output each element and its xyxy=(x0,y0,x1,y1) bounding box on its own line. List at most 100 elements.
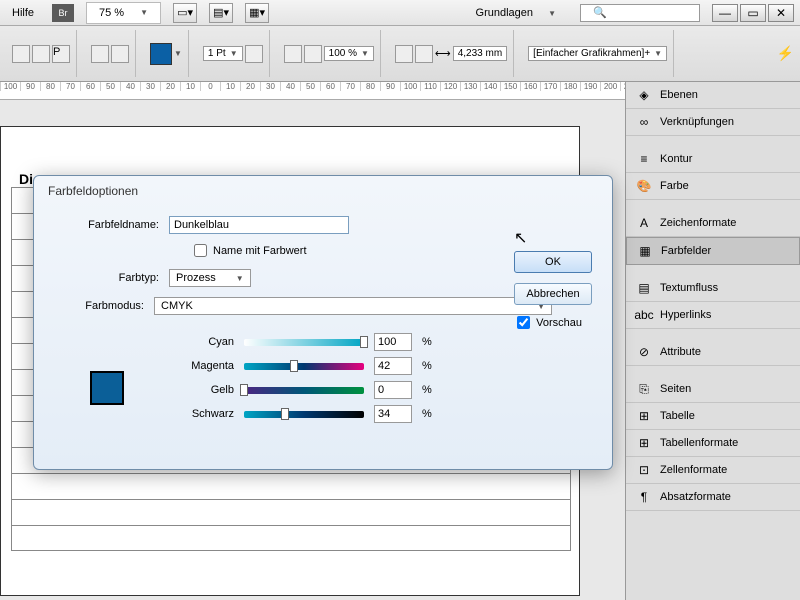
panel-item-attribute[interactable]: ⊘Attribute xyxy=(626,339,800,366)
view-options-button[interactable]: ▤▾ xyxy=(209,3,233,23)
maximize-button[interactable]: ▭ xyxy=(740,4,766,22)
search-input[interactable]: 🔍 xyxy=(580,4,700,22)
panel-item-label: Farbfelder xyxy=(661,245,711,257)
ruler-tick: 180 xyxy=(560,82,580,91)
wrap-icon[interactable] xyxy=(395,45,413,63)
zoom-value: 75 % xyxy=(93,5,130,21)
corner-icon[interactable] xyxy=(304,45,322,63)
panel-item-zeichenformate[interactable]: AZeichenformate xyxy=(626,210,800,237)
ruler-tick: 150 xyxy=(500,82,520,91)
shape-tool-icon[interactable] xyxy=(32,45,50,63)
chevron-down-icon: ▼ xyxy=(134,6,154,19)
pct-label: % xyxy=(422,336,432,348)
fill-swatch[interactable] xyxy=(150,43,172,65)
panel-item-label: Verknüpfungen xyxy=(660,116,734,128)
panel-item-farbfelder[interactable]: ▦Farbfelder xyxy=(626,237,800,265)
panel-item-textumfluss[interactable]: ▤Textumfluss xyxy=(626,275,800,302)
yellow-slider[interactable] xyxy=(244,387,364,394)
farbe-icon: 🎨 xyxy=(636,179,652,193)
panel-item-hyperlinks[interactable]: abcHyperlinks xyxy=(626,302,800,329)
magenta-input[interactable] xyxy=(374,357,412,375)
panel-item-farbe[interactable]: 🎨Farbe xyxy=(626,173,800,200)
hyperlinks-icon: abc xyxy=(636,308,652,322)
black-label: Schwarz xyxy=(174,408,234,420)
menu-help[interactable]: Hilfe xyxy=(6,5,40,21)
quick-apply-icon[interactable]: ⚡ xyxy=(777,45,794,62)
color-preview-swatch xyxy=(90,371,124,405)
screen-mode-button[interactable]: ▭▾ xyxy=(173,3,197,23)
panel-item-label: Ebenen xyxy=(660,89,698,101)
search-icon: 🔍 xyxy=(587,4,613,21)
selection-tool-icon[interactable] xyxy=(12,45,30,63)
ruler-tick: 140 xyxy=(480,82,500,91)
panel-item-verknüpfungen[interactable]: ∞Verknüpfungen xyxy=(626,109,800,136)
workspace-switcher[interactable]: Grundlagen ▼ xyxy=(464,5,568,21)
pct-label: % xyxy=(422,384,432,396)
color-type-label: Farbtyp: xyxy=(54,272,159,284)
panel-item-ebenen[interactable]: ◈Ebenen xyxy=(626,82,800,109)
stroke-style-icon[interactable] xyxy=(245,45,263,63)
opacity-combo[interactable]: 100 %▼ xyxy=(324,46,374,61)
ruler-tick: 120 xyxy=(440,82,460,91)
color-mode-select[interactable]: CMYK▼ xyxy=(154,297,552,315)
ruler-tick: 80 xyxy=(360,82,380,91)
kontur-icon: ≡ xyxy=(636,152,652,166)
text-tool-icon[interactable]: P xyxy=(52,45,70,63)
swatch-name-label: Farbfeldname: xyxy=(54,219,159,231)
ruler-tick: 10 xyxy=(220,82,240,91)
preview-checkbox[interactable] xyxy=(517,316,530,329)
name-with-value-label: Name mit Farbwert xyxy=(213,245,307,257)
bridge-button[interactable]: Br xyxy=(52,4,74,22)
seiten-icon: ⎘ xyxy=(636,382,652,396)
ruler-tick: 20 xyxy=(240,82,260,91)
ruler-tick: 70 xyxy=(340,82,360,91)
ruler-tick: 30 xyxy=(260,82,280,91)
name-with-value-checkbox[interactable] xyxy=(194,244,207,257)
ruler-tick: 70 xyxy=(60,82,80,91)
ok-button[interactable]: OK xyxy=(514,251,592,273)
ruler-tick: 0 xyxy=(200,82,220,91)
color-mode-label: Farbmodus: xyxy=(54,300,144,312)
minimize-button[interactable]: — xyxy=(712,4,738,22)
zoom-combo[interactable]: 75 % ▼ xyxy=(86,2,161,24)
table-row xyxy=(11,473,571,499)
panel-item-tabelle[interactable]: ⊞Tabelle xyxy=(626,403,800,430)
black-slider[interactable] xyxy=(244,411,364,418)
ruler-tick: 50 xyxy=(100,82,120,91)
black-input[interactable] xyxy=(374,405,412,423)
distribute-icon[interactable] xyxy=(111,45,129,63)
panel-item-seiten[interactable]: ⎘Seiten xyxy=(626,376,800,403)
stroke-weight-combo[interactable]: 1 Pt▼ xyxy=(203,46,243,61)
panel-item-absatzformate[interactable]: ¶Absatzformate xyxy=(626,484,800,511)
ruler-tick: 10 xyxy=(180,82,200,91)
fx-icon[interactable] xyxy=(284,45,302,63)
panel-item-zellenformate[interactable]: ⊡ Zellenformate xyxy=(626,457,800,484)
cyan-input[interactable] xyxy=(374,333,412,351)
wrap2-icon[interactable] xyxy=(415,45,433,63)
dialog-title: Farbfeldoptionen xyxy=(34,176,612,206)
table-row xyxy=(11,499,571,525)
panel-item-label: Kontur xyxy=(660,153,692,165)
value-combo[interactable]: 4,233 mm xyxy=(453,46,507,61)
color-type-select[interactable]: Prozess▼ xyxy=(169,269,251,287)
panel-item-tabellenformate[interactable]: ⊞Tabellenformate xyxy=(626,430,800,457)
tabelle-icon: ⊞ xyxy=(636,409,652,423)
yellow-input[interactable] xyxy=(374,381,412,399)
panel-item-label: Zellenformate xyxy=(660,464,727,476)
swatch-options-dialog: Farbfeldoptionen Farbfeldname: Name mit … xyxy=(33,175,613,470)
ruler-tick: 60 xyxy=(320,82,340,91)
magenta-slider[interactable] xyxy=(244,363,364,370)
cyan-slider[interactable] xyxy=(244,339,364,346)
panel-item-kontur[interactable]: ≡ Kontur xyxy=(626,146,800,173)
cancel-button[interactable]: Abbrechen xyxy=(514,283,592,305)
close-button[interactable]: ✕ xyxy=(768,4,794,22)
frame-preset-combo[interactable]: [Einfacher Grafikrahmen]+▼ xyxy=(528,46,667,61)
zellenformate-icon: ⊡ xyxy=(636,463,652,477)
arrange-button[interactable]: ▦▾ xyxy=(245,3,269,23)
ruler-tick: 100 xyxy=(400,82,420,91)
ruler-tick: 130 xyxy=(460,82,480,91)
panel-item-label: Zeichenformate xyxy=(660,217,736,229)
align-icon[interactable] xyxy=(91,45,109,63)
menu-bar: Hilfe Br 75 % ▼ ▭▾ ▤▾ ▦▾ Grundlagen ▼ 🔍 —… xyxy=(0,0,800,26)
swatch-name-input[interactable] xyxy=(169,216,349,234)
